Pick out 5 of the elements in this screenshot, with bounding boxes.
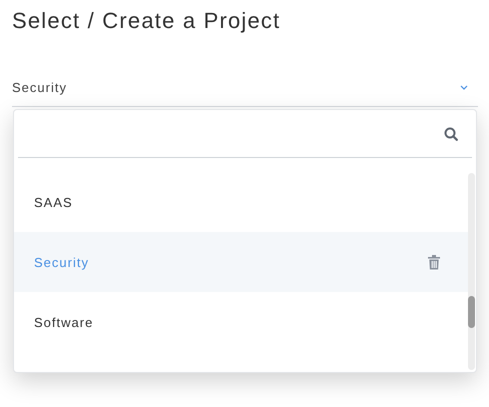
- scrollbar[interactable]: [468, 173, 475, 370]
- project-dropdown[interactable]: Security: [12, 72, 478, 107]
- search-icon[interactable]: [444, 126, 458, 140]
- trash-icon[interactable]: [428, 254, 440, 270]
- page-title: Select / Create a Project: [12, 7, 282, 35]
